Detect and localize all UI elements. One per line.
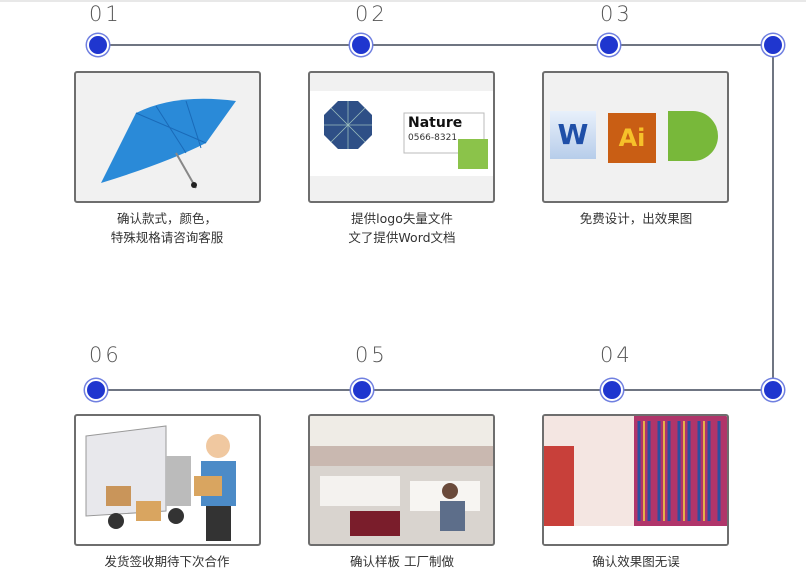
timeline-bottom (96, 389, 773, 391)
step-image-showroom (542, 414, 729, 546)
phone-text: 0566-8321 (408, 133, 458, 143)
step-caption: 免费设计，出效果图 (516, 209, 756, 228)
step-dot-05 (351, 379, 373, 401)
step-number: 05 (355, 343, 388, 367)
caption-line: 确认效果图无误 (592, 554, 680, 569)
step-dot-03 (598, 34, 620, 56)
step-caption: 确认效果图无误 (516, 552, 756, 571)
coreldraw-icon (668, 111, 718, 161)
step-caption: 确认样板 工厂制做 (282, 552, 522, 571)
step-caption: 提供logo失量文件 文了提供Word文档 (282, 209, 522, 247)
step-number: 02 (355, 2, 388, 26)
caption-line: 文了提供Word文档 (348, 230, 456, 245)
step-image-factory (308, 414, 495, 546)
step-number: 06 (89, 343, 122, 367)
step-caption: 发货签收期待下次合作 (47, 552, 287, 571)
corner-dot-bottom (762, 379, 784, 401)
timeline-right (772, 45, 774, 390)
caption-line: 确认款式，颜色， (116, 211, 217, 226)
step-dot-01 (87, 34, 109, 56)
caption-line: 免费设计，出效果图 (579, 211, 693, 226)
word-icon: W (550, 111, 596, 159)
step-number: 04 (600, 343, 633, 367)
step-caption: 确认款式，颜色， 特殊规格请咨询客服 (47, 209, 287, 247)
step-image-logo-design: Nature 0566-8321 (308, 71, 495, 203)
step-image-umbrella (74, 71, 261, 203)
illustrator-icon: Ai (608, 113, 656, 163)
logo-text: Nature (408, 115, 463, 131)
step-number: 03 (600, 2, 633, 26)
step-image-delivery (74, 414, 261, 546)
step-number: 01 (89, 2, 122, 26)
step-dot-06 (85, 379, 107, 401)
corner-dot-top (762, 34, 784, 56)
caption-line: 发货签收期待下次合作 (104, 554, 230, 569)
caption-line: 确认样板 工厂制做 (350, 554, 454, 569)
caption-line: 提供logo失量文件 (351, 211, 453, 226)
step-dot-02 (350, 34, 372, 56)
step-dot-04 (601, 379, 623, 401)
caption-line: 特殊规格请咨询客服 (110, 230, 224, 245)
step-image-design-icons: W Ai (542, 71, 729, 203)
timeline-top (98, 44, 773, 46)
